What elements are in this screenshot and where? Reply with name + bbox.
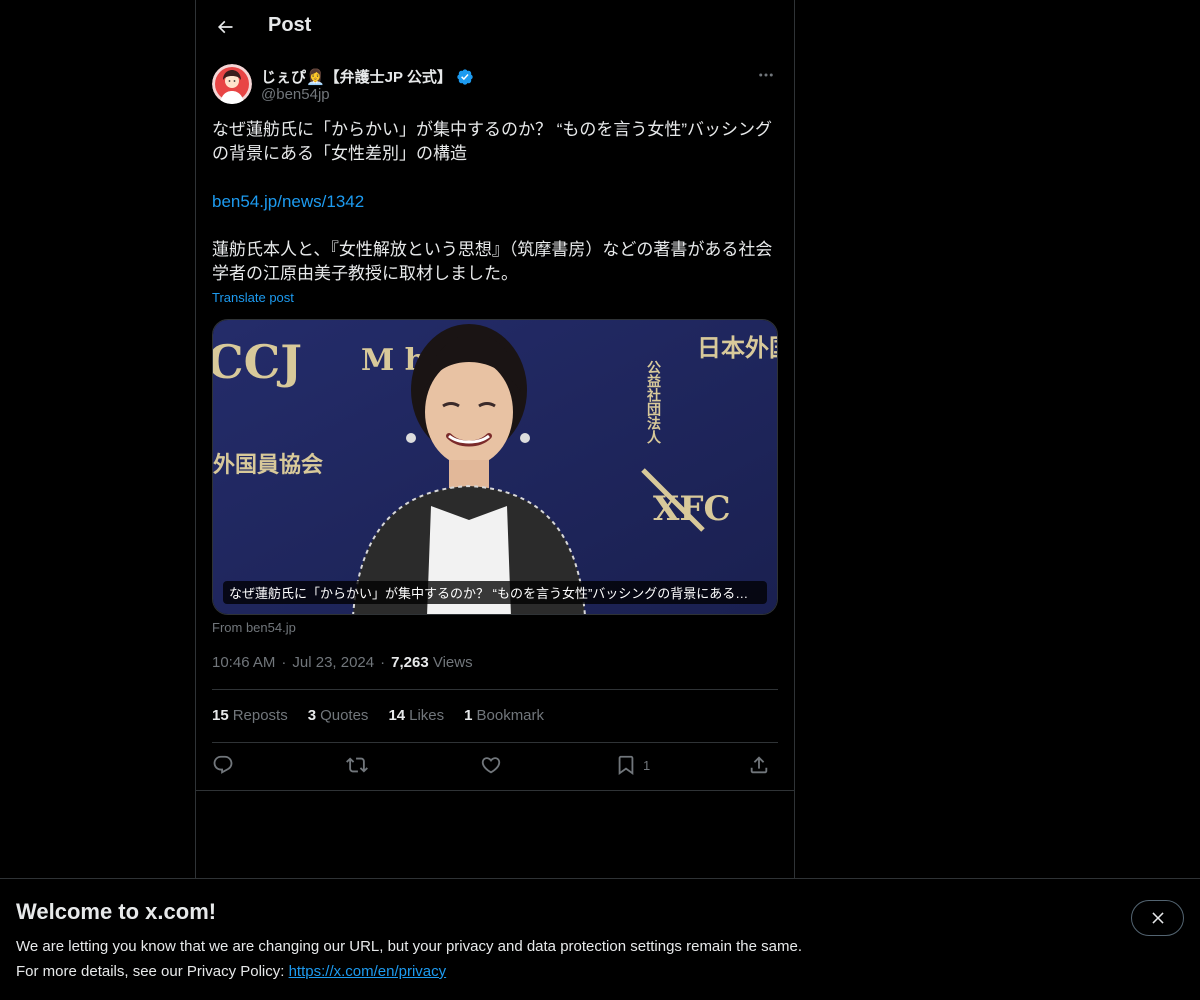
reply-icon xyxy=(213,755,233,774)
photo-text: CCJ xyxy=(213,335,302,389)
photo-text: 公益社団法人 xyxy=(645,360,662,444)
post-text: なぜ蓮舫氏に「からかい」が集中するのか？ “ものを言う女性”バッシングの背景にあ… xyxy=(212,118,778,286)
author-display-name[interactable]: じぇぴ👩‍💼【弁護士JP 公式】 xyxy=(261,66,474,87)
repost-icon xyxy=(346,757,368,773)
bookmark-button[interactable]: 1 xyxy=(615,754,650,776)
repost-button[interactable] xyxy=(346,754,368,776)
banner-text-prefix: For more details, see our Privacy Policy… xyxy=(16,963,289,980)
divider xyxy=(212,742,778,743)
post-text-line: 蓮舫氏本人と、『女性解放という思想』（筑摩書房）などの著書がある社会学者の江原由… xyxy=(212,240,773,283)
divider xyxy=(212,689,778,690)
more-icon xyxy=(759,73,773,77)
post-actions: 1 xyxy=(212,754,778,782)
banner-close-button[interactable] xyxy=(1131,900,1184,936)
stat-bookmarks[interactable]: 1 Bookmark xyxy=(464,707,544,724)
post-text-line: なぜ蓮舫氏に「からかい」が集中するのか？ “ものを言う女性”バッシングの背景にあ… xyxy=(212,120,773,163)
primary-column: Post じぇぴ👩‍💼【弁護士JP 公式】 @ben54jp xyxy=(195,0,795,880)
share-icon xyxy=(750,756,768,774)
post-author: じぇぴ👩‍💼【弁護士JP 公式】 @ben54jp xyxy=(212,64,778,106)
card-caption: なぜ蓮舫氏に「からかい」が集中するのか？ “ものを言う女性”バッシングの背景にあ… xyxy=(223,581,767,604)
link-card[interactable]: CCJ M hi XFC 公益社団法人 日本外国特派員協会 外国員協会 なぜ蓮舫… xyxy=(212,319,778,615)
views-count: 7,263 xyxy=(391,654,429,671)
post-time[interactable]: 10:46 AM xyxy=(212,654,275,671)
privacy-policy-link[interactable]: https://x.com/en/privacy xyxy=(289,963,447,980)
card-source[interactable]: From ben54.jp xyxy=(212,620,296,635)
like-button[interactable] xyxy=(480,754,502,776)
share-button[interactable] xyxy=(748,754,770,776)
page-header: Post xyxy=(196,0,794,54)
bookmark-count: 1 xyxy=(643,757,651,773)
post-stats: 15 Reposts 3 Quotes 14 Likes 1 Bookmark xyxy=(212,707,544,724)
back-button[interactable] xyxy=(208,10,242,44)
heart-icon xyxy=(481,757,501,774)
stat-quotes[interactable]: 3 Quotes xyxy=(308,707,369,724)
photo-text: 外国員協会 xyxy=(213,452,323,478)
banner-text: We are letting you know that we are chan… xyxy=(16,938,802,955)
welcome-banner: Welcome to x.com! We are letting you kno… xyxy=(0,878,1200,1000)
translate-post-link[interactable]: Translate post xyxy=(212,290,294,305)
post-link[interactable]: ben54.jp/news/1342 xyxy=(212,192,364,211)
verified-badge-icon[interactable] xyxy=(456,68,474,86)
close-icon xyxy=(1151,912,1164,924)
page-title: Post xyxy=(268,14,312,36)
card-image: CCJ M hi XFC 公益社団法人 日本外国特派員協会 外国員協会 xyxy=(213,320,778,614)
avatar[interactable] xyxy=(212,64,252,104)
stat-likes[interactable]: 14 Likes xyxy=(388,707,444,724)
banner-text: For more details, see our Privacy Policy… xyxy=(16,963,446,980)
reply-button[interactable] xyxy=(212,754,234,776)
photo-text: 日本外国特派員協会 xyxy=(697,334,778,362)
views-label: Views xyxy=(432,654,473,671)
arrow-left-icon xyxy=(217,20,233,34)
stat-reposts[interactable]: 15 Reposts xyxy=(212,707,288,724)
divider xyxy=(196,790,794,791)
post-date[interactable]: Jul 23, 2024 xyxy=(292,654,374,671)
author-handle[interactable]: @ben54jp xyxy=(261,86,330,103)
more-options-button[interactable] xyxy=(754,64,778,86)
author-name-text: じぇぴ👩‍💼【弁護士JP 公式】 xyxy=(261,69,452,86)
bookmark-icon xyxy=(618,755,634,776)
post-meta: 10:46 AM · Jul 23, 2024 · 7,263 Views xyxy=(212,654,473,671)
banner-title: Welcome to x.com! xyxy=(16,899,217,924)
